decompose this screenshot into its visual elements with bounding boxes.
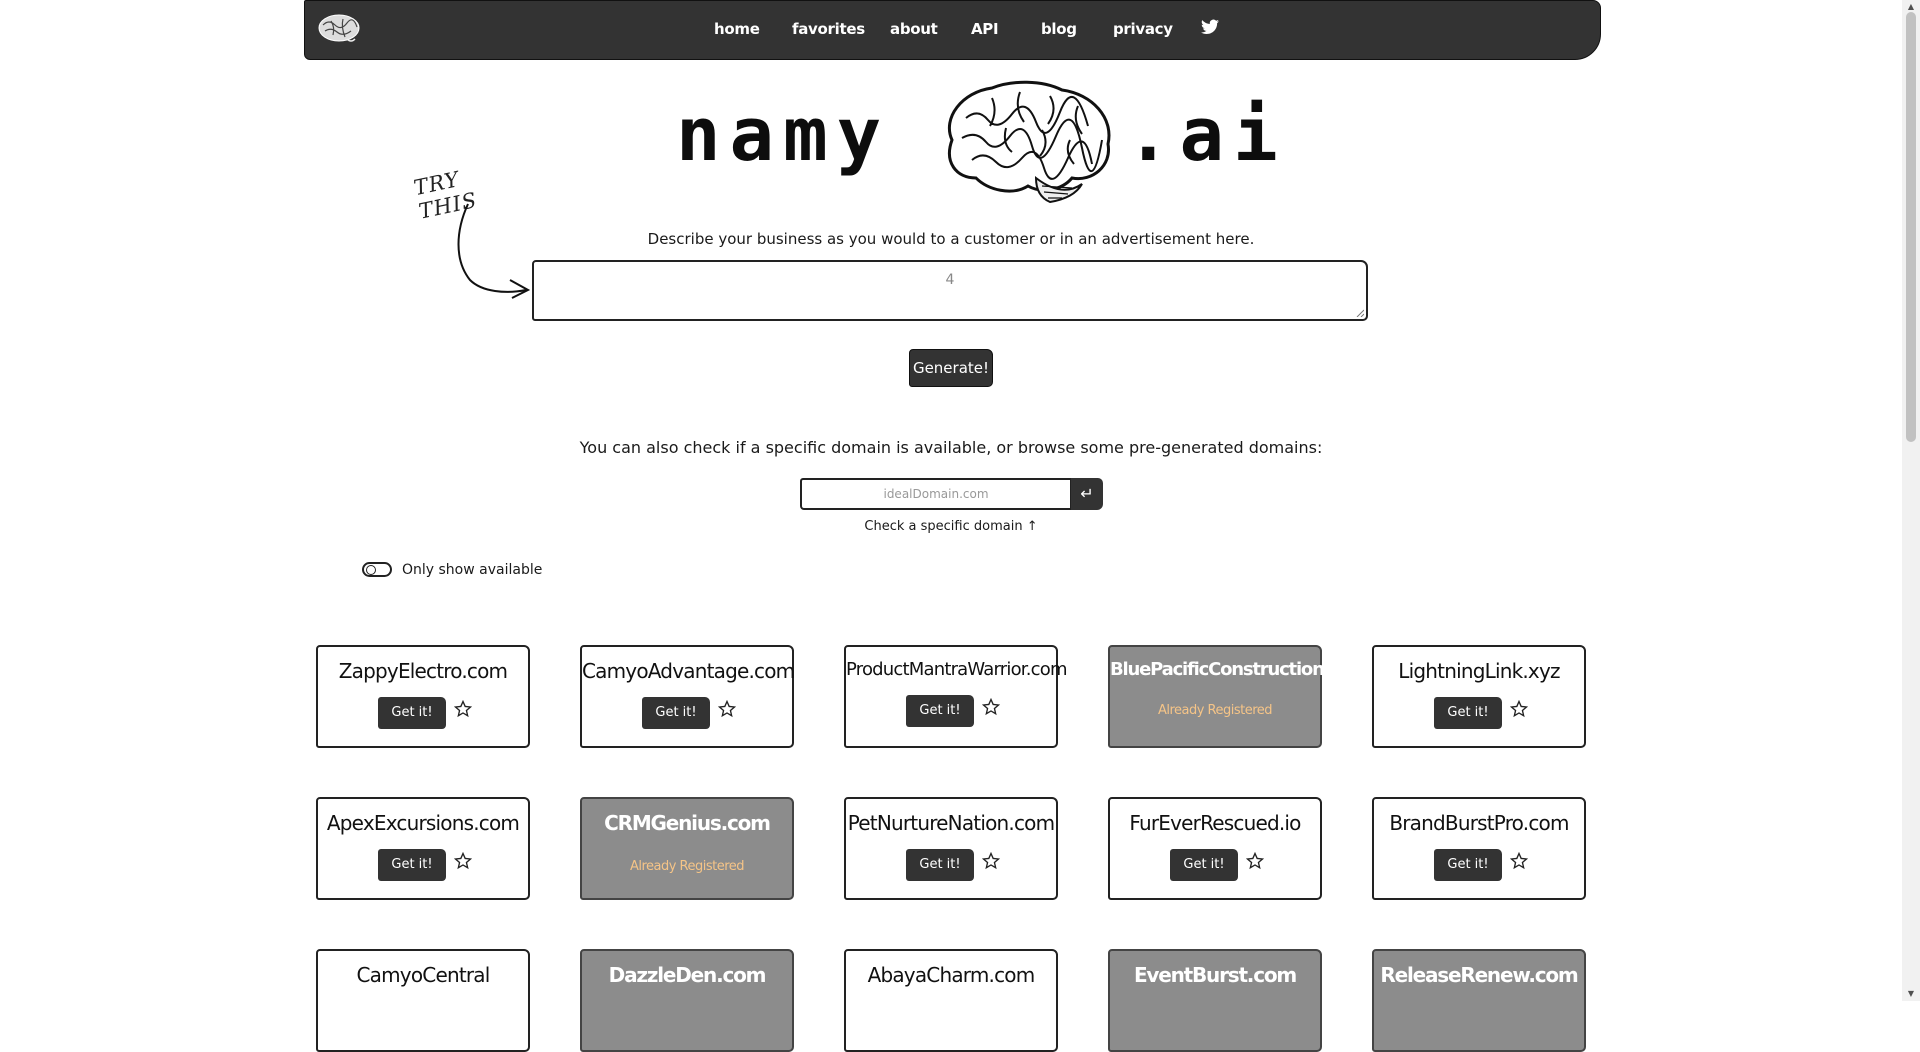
domain-card: FurEverRescued.io Get it! xyxy=(1108,797,1322,900)
scroll-thumb[interactable] xyxy=(1906,12,1916,442)
nav-api[interactable]: API xyxy=(971,20,999,38)
business-input-value: 4 xyxy=(945,272,955,288)
domain-check-input[interactable]: idealDomain.com xyxy=(800,478,1072,510)
domain-name: PetNurtureNation.com xyxy=(847,811,1055,835)
get-it-button[interactable]: Get it! xyxy=(1434,849,1502,881)
domain-name: EventBurst.com xyxy=(1133,963,1297,987)
nav-home[interactable]: home xyxy=(714,20,760,38)
domain-name: ReleaseRenew.com xyxy=(1380,963,1578,987)
domain-name: DazzleDen.com xyxy=(608,963,767,987)
nav-favorites[interactable]: favorites xyxy=(792,20,865,38)
generate-button[interactable]: Generate! xyxy=(909,349,993,387)
brain-illustration-icon xyxy=(932,78,1120,210)
star-icon[interactable] xyxy=(1510,852,1528,870)
already-registered-label: Already Registered xyxy=(629,859,745,874)
resize-grip-icon[interactable] xyxy=(1356,309,1364,317)
describe-label: Describe your business as you would to a… xyxy=(647,230,1255,248)
domain-name: AbayaCharm.com xyxy=(867,963,1036,987)
only-available-label: Only show available xyxy=(402,562,543,578)
star-icon[interactable] xyxy=(454,852,472,870)
domain-card: ProductMantraWarrior.com Get it! xyxy=(844,645,1068,748)
only-available-toggle[interactable] xyxy=(362,562,392,577)
check-domain-caption: Check a specific domain ↑ xyxy=(864,519,1038,534)
get-it-button[interactable]: Get it! xyxy=(906,849,974,881)
domain-card: LightningLink.xyz Get it! xyxy=(1372,645,1586,748)
star-icon[interactable] xyxy=(454,700,472,718)
star-icon[interactable] xyxy=(1510,700,1528,718)
star-icon[interactable] xyxy=(718,700,736,718)
domain-name: CamyoCentral xyxy=(356,963,491,987)
domain-card: CamyoAdvantage.com Get it! xyxy=(580,645,795,748)
toggle-knob xyxy=(366,565,376,575)
star-icon[interactable] xyxy=(982,698,1000,716)
nav-privacy[interactable]: privacy xyxy=(1113,20,1173,38)
get-it-button[interactable]: Get it! xyxy=(378,697,446,729)
get-it-button[interactable]: Get it! xyxy=(1170,849,1238,881)
domain-name: BluePacificConstruction.com xyxy=(1110,659,1369,680)
logo-text-namy: namy xyxy=(676,92,891,178)
star-icon[interactable] xyxy=(982,852,1000,870)
get-it-button[interactable]: Get it! xyxy=(378,849,446,881)
logo-text-ai: .ai xyxy=(1126,92,1287,178)
nav-about[interactable]: about xyxy=(890,20,938,38)
enter-arrow-icon[interactable]: ↵ xyxy=(1071,478,1103,510)
scroll-down-arrow-icon[interactable]: ▼ xyxy=(1902,987,1920,1001)
get-it-button[interactable]: Get it! xyxy=(906,695,974,727)
domain-card: ApexExcursions.com Get it! xyxy=(316,797,530,900)
get-it-button[interactable]: Get it! xyxy=(1434,697,1502,729)
domain-name: ProductMantraWarrior.com xyxy=(846,659,1068,680)
domain-name: CamyoAdvantage.com xyxy=(582,659,795,683)
domain-name: CRMGenius.com xyxy=(604,811,771,835)
page-scrollbar[interactable]: ▲ ▼ xyxy=(1902,0,1920,1001)
domain-card: BrandBurstPro.com Get it! xyxy=(1372,797,1586,900)
also-check-label: You can also check if a specific domain … xyxy=(579,438,1323,457)
domain-name: FurEverRescued.io xyxy=(1129,811,1301,835)
domain-name: BrandBurstPro.com xyxy=(1389,811,1569,835)
domain-card-registered: BluePacificConstruction.com Already Regi… xyxy=(1108,645,1369,748)
brain-icon[interactable] xyxy=(317,13,363,49)
star-icon[interactable] xyxy=(1246,852,1264,870)
domain-card: ZappyElectro.com Get it! xyxy=(316,645,530,748)
get-it-button[interactable]: Get it! xyxy=(642,697,710,729)
navbar: home favorites about API blog privacy xyxy=(304,0,1601,60)
domain-card-registered: CRMGenius.com Already Registered xyxy=(580,797,794,900)
domain-name: ApexExcursions.com xyxy=(326,811,520,835)
domain-name: LightningLink.xyz xyxy=(1398,659,1560,683)
nav-blog[interactable]: blog xyxy=(1041,20,1077,38)
business-description-input[interactable]: 4 xyxy=(532,260,1368,321)
domain-card: PetNurtureNation.com Get it! xyxy=(844,797,1058,900)
already-registered-label: Already Registered xyxy=(1157,703,1273,718)
twitter-bird-icon[interactable] xyxy=(1201,19,1219,39)
domain-name: ZappyElectro.com xyxy=(338,659,508,683)
